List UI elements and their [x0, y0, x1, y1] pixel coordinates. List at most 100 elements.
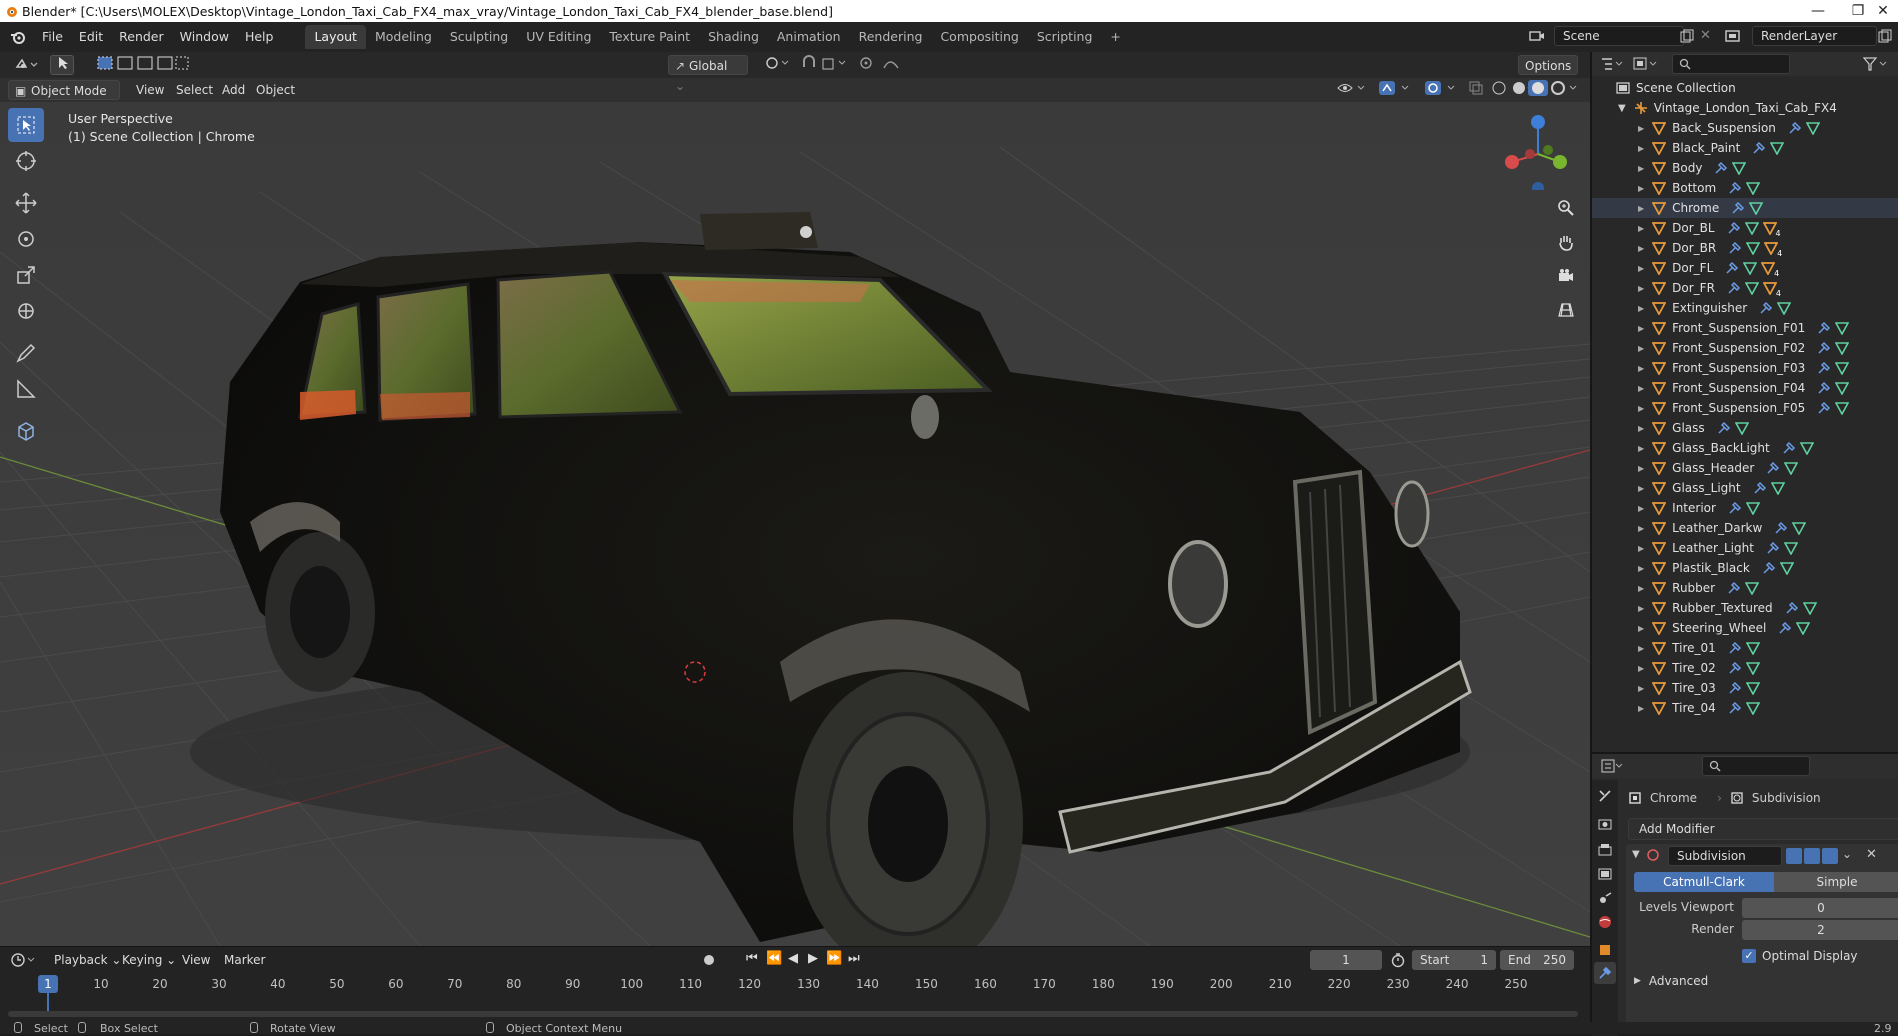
mesh-data-icon[interactable]	[1779, 561, 1794, 575]
xray-toggle-icon[interactable]	[1462, 80, 1484, 100]
tab-modeling[interactable]: Modeling	[366, 25, 441, 49]
mesh-data-icon[interactable]	[1777, 301, 1792, 315]
outliner-item[interactable]: ▶ Front_Suspension_F04	[1592, 378, 1898, 398]
tab-sculpting[interactable]: Sculpting	[441, 25, 517, 49]
optimal-display-checkbox[interactable]: ✓ Optimal Display	[1742, 946, 1858, 966]
expand-arrow-icon[interactable]: ▶	[1638, 604, 1644, 613]
mesh-data-icon[interactable]	[1746, 181, 1761, 195]
expand-arrow-icon[interactable]: ▶	[1638, 544, 1644, 553]
cursor-tool[interactable]	[8, 144, 44, 178]
copy-render-layer-icon[interactable]	[1878, 29, 1892, 43]
modifier-wrench-icon[interactable]	[1817, 321, 1831, 335]
child-objects-icon[interactable]: 4	[1764, 241, 1782, 258]
outliner-item[interactable]: ▶ Tire_01	[1592, 638, 1898, 658]
expand-arrow-icon[interactable]: ▶	[1638, 684, 1644, 693]
outliner-item[interactable]: ▶ Leather_Darkw	[1592, 518, 1898, 538]
mesh-data-icon[interactable]	[1745, 701, 1760, 715]
modifier-wrench-icon[interactable]	[1728, 501, 1742, 515]
visibility-icon[interactable]	[1330, 80, 1370, 100]
perspective-toggle-icon[interactable]	[1552, 296, 1580, 324]
annotate-tool[interactable]	[8, 336, 44, 370]
expand-arrow-icon[interactable]: ▶	[1638, 204, 1644, 213]
menu-render[interactable]: Render	[111, 26, 172, 48]
overlays-toggle-icon[interactable]	[1418, 80, 1460, 100]
tab-layout[interactable]: Layout	[305, 25, 366, 49]
modifier-wrench-icon[interactable]	[1778, 621, 1792, 635]
outliner-item[interactable]: ▶ Dor_BR 4	[1592, 238, 1898, 258]
view-layer-tab-icon[interactable]	[1597, 866, 1613, 882]
expand-arrow-icon[interactable]: ▶	[1638, 304, 1644, 313]
scale-tool[interactable]	[8, 258, 44, 292]
menu-file[interactable]: File	[34, 26, 71, 48]
close-button[interactable]: ✕	[1868, 0, 1898, 22]
render-tab-icon[interactable]	[1597, 816, 1613, 832]
outliner-item[interactable]: ▶ Chrome	[1592, 198, 1898, 218]
expand-arrow-icon[interactable]: ▶	[1638, 464, 1644, 473]
outliner-item[interactable]: ▶ Dor_FR 4	[1592, 278, 1898, 298]
outliner-item[interactable]: ▶ Tire_03	[1592, 678, 1898, 698]
render-toggle-icon[interactable]	[1822, 848, 1838, 864]
zoom-icon[interactable]	[1552, 194, 1580, 222]
modifier-wrench-icon[interactable]	[1728, 641, 1742, 655]
expand-arrow-icon[interactable]: ▶	[1638, 584, 1644, 593]
viewport-scene[interactable]	[0, 52, 1590, 946]
mesh-data-icon[interactable]	[1745, 661, 1760, 675]
render-layer-field[interactable]: RenderLayer	[1752, 26, 1877, 46]
mesh-data-icon[interactable]	[1749, 201, 1764, 215]
outliner-item[interactable]: ▶ Rubber	[1592, 578, 1898, 598]
modifier-wrench-icon[interactable]	[1817, 401, 1831, 415]
expand-arrow-icon[interactable]: ▶	[1638, 704, 1644, 713]
scene-field[interactable]: Scene	[1554, 26, 1684, 46]
outliner[interactable]: Scene Collection ▼ Vintage_London_Taxi_C…	[1590, 52, 1898, 752]
select-tool-header-icon[interactable]	[50, 55, 74, 75]
properties-editor-type-icon[interactable]	[1600, 758, 1626, 774]
mesh-data-icon[interactable]	[1734, 421, 1749, 435]
mesh-data-icon[interactable]	[1835, 401, 1850, 415]
selection-mode-icons[interactable]	[90, 55, 189, 75]
expand-arrow-icon[interactable]: ▶	[1638, 644, 1644, 653]
algorithm-catmull-clark[interactable]: Catmull-Clark	[1634, 872, 1774, 892]
mesh-data-icon[interactable]	[1784, 461, 1799, 475]
scene-tab-icon[interactable]	[1597, 890, 1613, 906]
outliner-item[interactable]: ▶ Plastik_Black	[1592, 558, 1898, 578]
camera-view-icon[interactable]	[1552, 262, 1580, 290]
expand-arrow-icon[interactable]: ▶	[1638, 444, 1644, 453]
menu-edit[interactable]: Edit	[71, 26, 111, 48]
child-objects-icon[interactable]: 4	[1761, 261, 1779, 278]
algorithm-simple[interactable]: Simple	[1774, 872, 1898, 892]
expand-arrow-icon[interactable]: ▶	[1638, 504, 1644, 513]
outliner-item[interactable]: ▶ Black_Paint	[1592, 138, 1898, 158]
mode-dropdown[interactable]: ▣Object Mode ⌄	[8, 80, 120, 118]
child-objects-icon[interactable]: 4	[1762, 221, 1781, 238]
menu-view[interactable]: View	[130, 80, 170, 100]
outliner-item[interactable]: ▶ Front_Suspension_F02	[1592, 338, 1898, 358]
rotate-tool[interactable]	[8, 222, 44, 256]
mesh-data-icon[interactable]	[1770, 481, 1785, 495]
render-levels-field[interactable]: 2	[1742, 920, 1898, 940]
modifier-wrench-icon[interactable]	[1728, 701, 1742, 715]
move-tool[interactable]	[8, 186, 44, 220]
expand-arrow-icon[interactable]: ▶	[1638, 184, 1644, 193]
outliner-item[interactable]: ▶ Tire_04	[1592, 698, 1898, 718]
expand-arrow-icon[interactable]: ▶	[1638, 144, 1644, 153]
expand-arrow-icon[interactable]: ▶	[1638, 124, 1644, 133]
outliner-item[interactable]: ▶ Body	[1592, 158, 1898, 178]
outliner-item[interactable]: ▶ Leather_Light	[1592, 538, 1898, 558]
tab-compositing[interactable]: Compositing	[931, 25, 1027, 49]
menu-add[interactable]: Add	[216, 80, 251, 100]
modifier-wrench-icon[interactable]	[1717, 421, 1731, 435]
mesh-data-icon[interactable]	[1770, 141, 1785, 155]
modifier-wrench-icon[interactable]	[1731, 201, 1745, 215]
menu-window[interactable]: Window	[172, 26, 237, 48]
mesh-data-icon[interactable]	[1743, 261, 1758, 275]
expand-arrow-icon[interactable]: ▶	[1638, 484, 1644, 493]
tab-scripting[interactable]: Scripting	[1028, 25, 1102, 49]
expand-arrow-icon[interactable]: ▶	[1638, 624, 1644, 633]
expand-arrow-icon[interactable]: ▶	[1638, 664, 1644, 673]
mesh-data-icon[interactable]	[1835, 321, 1850, 335]
modifier-wrench-icon[interactable]	[1714, 161, 1728, 175]
mesh-data-icon[interactable]	[1796, 621, 1811, 635]
tab-rendering[interactable]: Rendering	[850, 25, 932, 49]
modifier-wrench-icon[interactable]	[1725, 261, 1739, 275]
expand-arrow-icon[interactable]: ▶	[1638, 324, 1644, 333]
